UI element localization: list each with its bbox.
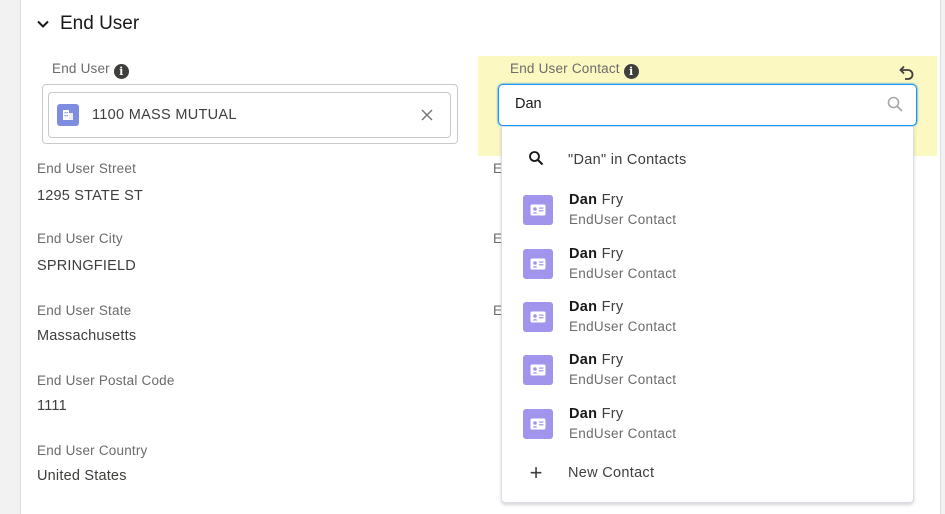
chevron-down-icon[interactable]	[36, 17, 50, 31]
contact-name: Dan Fry	[569, 405, 676, 424]
contact-result[interactable]: Dan Fry EndUser Contact	[502, 296, 913, 338]
country-label: End User Country	[37, 443, 148, 458]
end-user-contact-label: End User Contact	[510, 61, 620, 76]
contact-first-name: Dan	[569, 352, 598, 368]
country-value: United States	[37, 468, 127, 484]
search-all-contacts-option[interactable]: "Dan" in Contacts	[502, 145, 913, 175]
new-contact-label: New Contact	[568, 465, 655, 481]
contact-type: EndUser Contact	[569, 426, 677, 441]
contact-result-text: Dan Fry EndUser Contact	[569, 351, 676, 389]
contact-type: EndUser Contact	[569, 266, 677, 281]
end-user-label: End User	[52, 61, 110, 76]
contact-last-name: Fry	[601, 299, 624, 315]
contact-first-name: Dan	[569, 299, 598, 315]
contact-result[interactable]: Dan Fry EndUser Contact	[502, 403, 913, 445]
contact-icon	[523, 409, 553, 439]
contact-icon	[523, 355, 553, 385]
contact-result-text: Dan Fry EndUser Contact	[569, 298, 676, 336]
contact-last-name: Fry	[601, 406, 624, 422]
end-user-value: 1100 MASS MUTUAL	[92, 107, 237, 123]
contact-type: EndUser Contact	[569, 212, 677, 227]
contact-first-name: Dan	[569, 406, 598, 422]
contact-result-text: Dan Fry EndUser Contact	[569, 191, 676, 229]
contact-search-dropdown: "Dan" in Contacts Dan Fry EndUser Contac…	[501, 126, 914, 503]
search-icon	[528, 150, 544, 171]
state-value: Massachusetts	[37, 328, 137, 344]
search-icon	[886, 95, 904, 118]
contact-icon	[523, 195, 553, 225]
contact-first-name: Dan	[569, 192, 598, 208]
contact-name: Dan Fry	[569, 245, 676, 264]
end-user-contact-input[interactable]	[499, 85, 875, 123]
contact-name: Dan Fry	[569, 298, 676, 317]
end-user-contact-label-wrap: End User Contact i	[510, 61, 639, 79]
info-icon[interactable]: i	[623, 64, 639, 79]
close-icon[interactable]	[412, 100, 442, 130]
city-label: End User City	[37, 231, 123, 246]
plus-icon: +	[529, 460, 543, 485]
info-icon[interactable]: i	[113, 64, 129, 79]
end-user-contact-search[interactable]	[498, 84, 917, 126]
contact-result[interactable]: Dan Fry EndUser Contact	[502, 189, 913, 231]
new-contact-option[interactable]: + New Contact	[502, 459, 913, 487]
end-user-pill[interactable]: 1100 MASS MUTUAL	[48, 92, 451, 138]
postal-label: End User Postal Code	[37, 373, 175, 388]
contact-last-name: Fry	[601, 352, 624, 368]
contact-type: EndUser Contact	[569, 372, 677, 387]
contact-name: Dan Fry	[569, 191, 676, 210]
contact-result-text: Dan Fry EndUser Contact	[569, 245, 676, 283]
state-label: End User State	[37, 303, 132, 318]
contact-name: Dan Fry	[569, 351, 676, 370]
street-label: End User Street	[37, 161, 137, 176]
contact-result-text: Dan Fry EndUser Contact	[569, 405, 676, 443]
city-value: SPRINGFIELD	[37, 258, 136, 274]
section-header-end-user[interactable]: End User	[36, 12, 139, 36]
street-value: 1295 STATE ST	[37, 188, 144, 204]
contact-type: EndUser Contact	[569, 319, 677, 334]
account-icon	[57, 104, 79, 126]
contact-icon	[523, 302, 553, 332]
contact-last-name: Fry	[601, 192, 624, 208]
contact-icon	[523, 249, 553, 279]
section-title: End User	[60, 13, 140, 34]
contact-result[interactable]: Dan Fry EndUser Contact	[502, 243, 913, 285]
end-user-label-wrap: End User i	[52, 61, 129, 79]
contact-first-name: Dan	[569, 246, 598, 262]
postal-value: 1111	[37, 398, 67, 414]
contact-result[interactable]: Dan Fry EndUser Contact	[502, 349, 913, 391]
contact-last-name: Fry	[601, 246, 624, 262]
search-all-contacts-label: "Dan" in Contacts	[568, 152, 687, 168]
